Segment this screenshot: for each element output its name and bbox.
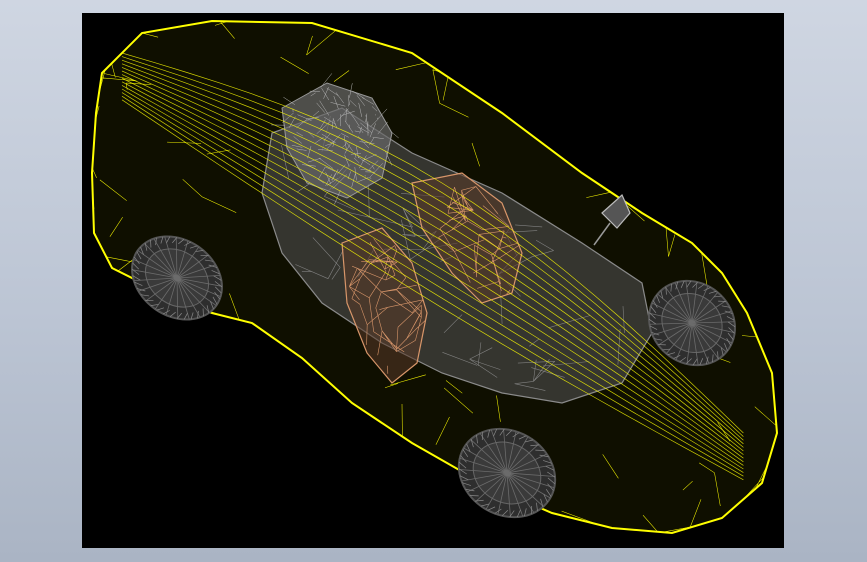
render-viewport[interactable] <box>82 13 784 548</box>
car-wireframe <box>90 19 779 535</box>
